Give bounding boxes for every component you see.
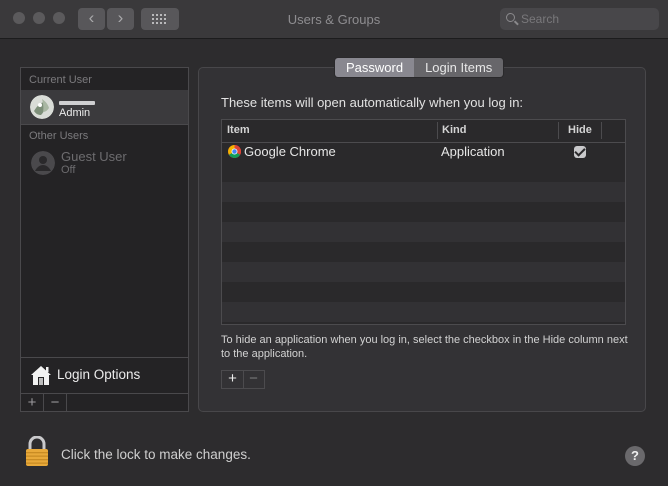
add-user-button[interactable]: + bbox=[21, 394, 44, 412]
table-row bbox=[222, 162, 625, 182]
sidebar-divider bbox=[21, 124, 188, 125]
item-kind: Application bbox=[441, 144, 505, 159]
hide-checkbox[interactable] bbox=[574, 146, 586, 158]
column-separator bbox=[437, 122, 438, 139]
redacted-full-name bbox=[59, 101, 95, 105]
table-header: Item Kind Hide bbox=[222, 120, 625, 143]
users-groups-window: ‹ › Users & Groups Current User Adm bbox=[0, 0, 668, 486]
guest-user-icon bbox=[31, 151, 55, 175]
user-row-admin[interactable]: Admin bbox=[21, 90, 188, 124]
table-row bbox=[222, 302, 625, 322]
search-input[interactable] bbox=[521, 10, 653, 28]
user-row-guest[interactable]: Guest User Off bbox=[21, 146, 188, 180]
other-users-header: Other Users bbox=[29, 130, 89, 142]
tab-login-items[interactable]: Login Items bbox=[414, 58, 504, 77]
table-row bbox=[222, 182, 625, 202]
hide-help-text: To hide an application when you log in, … bbox=[221, 334, 628, 360]
table-row[interactable]: Google Chrome Application bbox=[222, 142, 625, 162]
title-bar: ‹ › Users & Groups bbox=[0, 0, 668, 39]
column-separator bbox=[558, 122, 559, 139]
column-header-item[interactable]: Item bbox=[227, 124, 250, 136]
table-row bbox=[222, 242, 625, 262]
search-field[interactable] bbox=[500, 8, 659, 30]
tab-password[interactable]: Password bbox=[335, 58, 415, 77]
column-header-kind[interactable]: Kind bbox=[442, 124, 466, 136]
tab-bar: Password Login Items bbox=[334, 57, 505, 78]
column-header-hide[interactable]: Hide bbox=[568, 124, 592, 136]
table-row bbox=[222, 202, 625, 222]
search-icon bbox=[506, 13, 515, 22]
item-name: Google Chrome bbox=[244, 144, 336, 159]
remove-user-button[interactable]: − bbox=[44, 394, 67, 412]
login-items-table[interactable]: Item Kind Hide Google Chrome Application bbox=[221, 119, 626, 325]
remove-login-item-button[interactable]: − bbox=[243, 371, 264, 388]
guest-user-status: Off bbox=[61, 164, 76, 176]
current-user-header: Current User bbox=[29, 74, 92, 86]
login-items-add-remove: + − bbox=[221, 370, 265, 389]
lock-message: Click the lock to make changes. bbox=[61, 447, 251, 462]
guest-user-name: Guest User bbox=[61, 149, 127, 164]
table-row bbox=[222, 222, 625, 242]
login-options-label: Login Options bbox=[57, 367, 141, 382]
login-items-intro: These items will open automatically when… bbox=[221, 95, 524, 110]
help-button[interactable]: ? bbox=[625, 446, 645, 466]
user-avatar-icon bbox=[30, 95, 54, 119]
user-name: Admin bbox=[59, 107, 91, 119]
add-login-item-button[interactable]: + bbox=[222, 371, 244, 388]
table-row bbox=[222, 282, 625, 302]
column-separator bbox=[601, 122, 602, 139]
login-options-item[interactable]: Login Options bbox=[21, 358, 188, 392]
users-sidebar: Current User Admin Other Users Guest Use… bbox=[20, 67, 189, 412]
lock-icon[interactable] bbox=[25, 436, 49, 467]
chrome-icon bbox=[228, 145, 241, 158]
house-icon bbox=[31, 366, 51, 385]
table-row bbox=[222, 262, 625, 282]
